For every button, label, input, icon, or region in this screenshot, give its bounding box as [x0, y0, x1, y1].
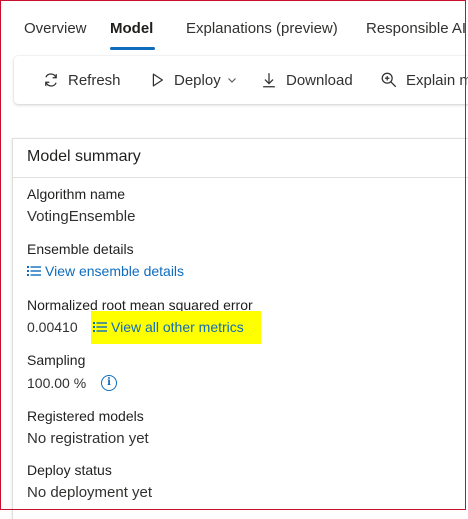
download-label: Download — [286, 71, 353, 89]
view-all-metrics-link[interactable]: View all other metrics — [93, 319, 244, 335]
refresh-icon — [45, 73, 57, 87]
active-tab-indicator — [110, 47, 155, 50]
info-icon[interactable]: i — [101, 375, 117, 391]
deploy-status-value: No deployment yet — [27, 484, 153, 501]
sampling-value: 100.00 % — [27, 375, 87, 391]
deploy-button[interactable]: Deploy — [148, 56, 245, 104]
list-icon — [27, 266, 41, 276]
view-ensemble-details-link[interactable]: View ensemble details — [27, 263, 184, 279]
view-all-metrics-label: View all other metrics — [111, 319, 244, 335]
command-toolbar: Refresh Deploy Download Explain m — [14, 56, 468, 104]
ensemble-label: Ensemble details — [27, 241, 134, 257]
list-icon — [93, 322, 107, 332]
tab-responsible-ai[interactable]: Responsible AI ( — [366, 20, 468, 37]
registered-models-value: No registration yet — [27, 430, 149, 447]
explain-icon — [381, 72, 397, 88]
refresh-label: Refresh — [68, 71, 121, 89]
tab-overview[interactable]: Overview — [24, 20, 87, 37]
panel-divider — [13, 177, 468, 178]
view-ensemble-details-label: View ensemble details — [45, 263, 185, 279]
algorithm-label: Algorithm name — [27, 186, 126, 202]
deploy-icon — [152, 73, 164, 87]
tab-model[interactable]: Model — [110, 20, 153, 37]
explain-label: Explain m — [406, 71, 468, 89]
tab-explanations[interactable]: Explanations (preview) — [186, 20, 338, 37]
download-button[interactable]: Download — [260, 56, 353, 104]
deploy-status-label: Deploy status — [27, 462, 112, 478]
panel-title: Model summary — [27, 148, 141, 165]
registered-models-label: Registered models — [27, 408, 144, 424]
algorithm-value: VotingEnsemble — [27, 208, 136, 225]
download-icon — [263, 73, 275, 88]
chevron-down-icon — [227, 78, 236, 83]
explain-button[interactable]: Explain m — [380, 56, 468, 104]
deploy-label: Deploy — [174, 71, 221, 89]
nrmse-value: 0.00410 — [27, 319, 78, 335]
tab-bar: Overview Model Explanations (preview) Re… — [0, 0, 468, 52]
model-summary-panel: Model summary Algorithm name VotingEnsem… — [12, 138, 468, 519]
sampling-label: Sampling — [27, 352, 86, 368]
refresh-button[interactable]: Refresh — [42, 56, 121, 104]
